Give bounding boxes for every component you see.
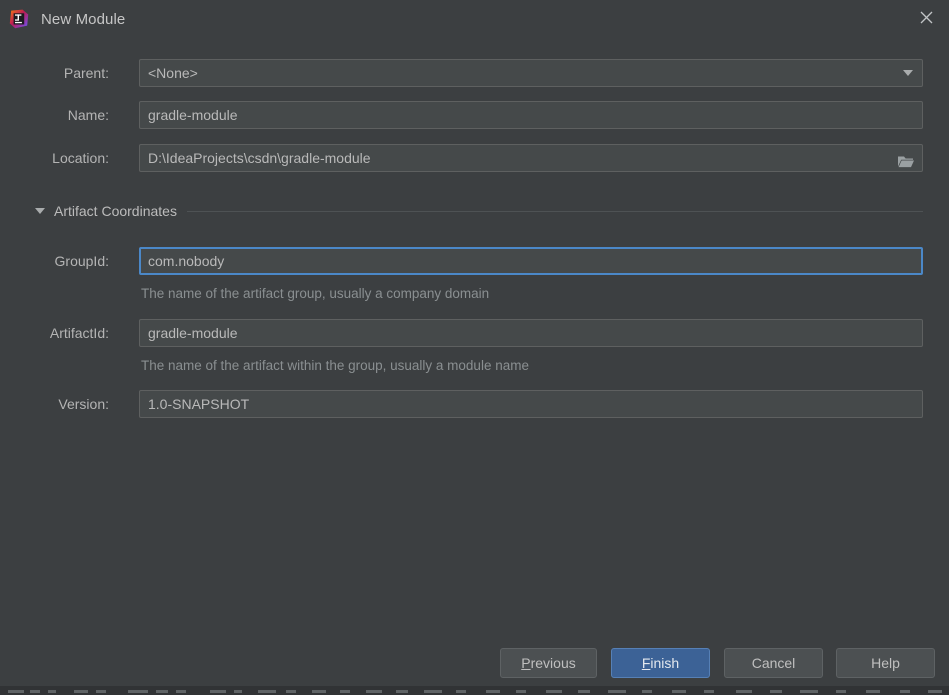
artifact-coordinates-title: Artifact Coordinates [54,203,177,219]
dialog-footer: Previous Finish Cancel Help [0,648,949,678]
artifact-id-input[interactable]: gradle-module [139,319,923,347]
group-id-row: GroupId: com.nobody [0,247,949,275]
finish-rest: inish [650,655,679,671]
finish-button[interactable]: Finish [611,648,710,678]
help-button-label: Help [871,655,900,671]
parent-label: Parent: [0,59,109,87]
version-row: Version: 1.0-SNAPSHOT [0,390,949,418]
title-bar: New Module [0,0,949,38]
cancel-button-label: Cancel [752,655,796,671]
previous-rest: revious [531,655,576,671]
new-module-dialog: New Module Parent: <None> Name: gradle-m… [0,0,949,695]
background-window-sliver [0,686,949,695]
folder-icon[interactable] [897,151,915,166]
group-id-input[interactable]: com.nobody [139,247,923,275]
name-label: Name: [0,101,109,129]
name-input[interactable]: gradle-module [139,101,923,129]
chevron-down-icon [903,70,913,76]
intellij-idea-icon [9,9,29,29]
previous-button[interactable]: Previous [500,648,597,678]
version-input[interactable]: 1.0-SNAPSHOT [139,390,923,418]
group-id-value: com.nobody [148,253,224,269]
cancel-button[interactable]: Cancel [724,648,823,678]
finish-button-label: Finish [642,655,679,671]
version-label: Version: [0,390,109,418]
artifact-id-hint: The name of the artifact within the grou… [141,358,529,373]
dialog-title: New Module [41,11,125,28]
parent-combobox[interactable]: <None> [139,59,923,87]
artifact-id-value: gradle-module [148,325,238,341]
parent-row: Parent: <None> [0,59,949,87]
artifact-id-label: ArtifactId: [0,319,109,347]
triangle-down-icon [35,208,45,214]
version-value: 1.0-SNAPSHOT [148,396,249,412]
group-id-label: GroupId: [0,247,109,275]
name-row: Name: gradle-module [0,101,949,129]
group-id-hint: The name of the artifact group, usually … [141,286,489,301]
close-icon[interactable] [903,0,949,34]
previous-button-label: Previous [521,655,575,671]
location-label: Location: [0,144,109,172]
section-divider [187,211,923,212]
previous-mnemonic: P [521,655,530,671]
name-value: gradle-module [148,107,238,123]
artifact-id-row: ArtifactId: gradle-module [0,319,949,347]
location-value: D:\IdeaProjects\csdn\gradle-module [148,150,371,166]
parent-value: <None> [148,65,198,81]
location-input[interactable]: D:\IdeaProjects\csdn\gradle-module [139,144,923,172]
location-row: Location: D:\IdeaProjects\csdn\gradle-mo… [0,144,949,172]
help-button[interactable]: Help [836,648,935,678]
artifact-coordinates-section-header[interactable]: Artifact Coordinates [0,201,949,221]
